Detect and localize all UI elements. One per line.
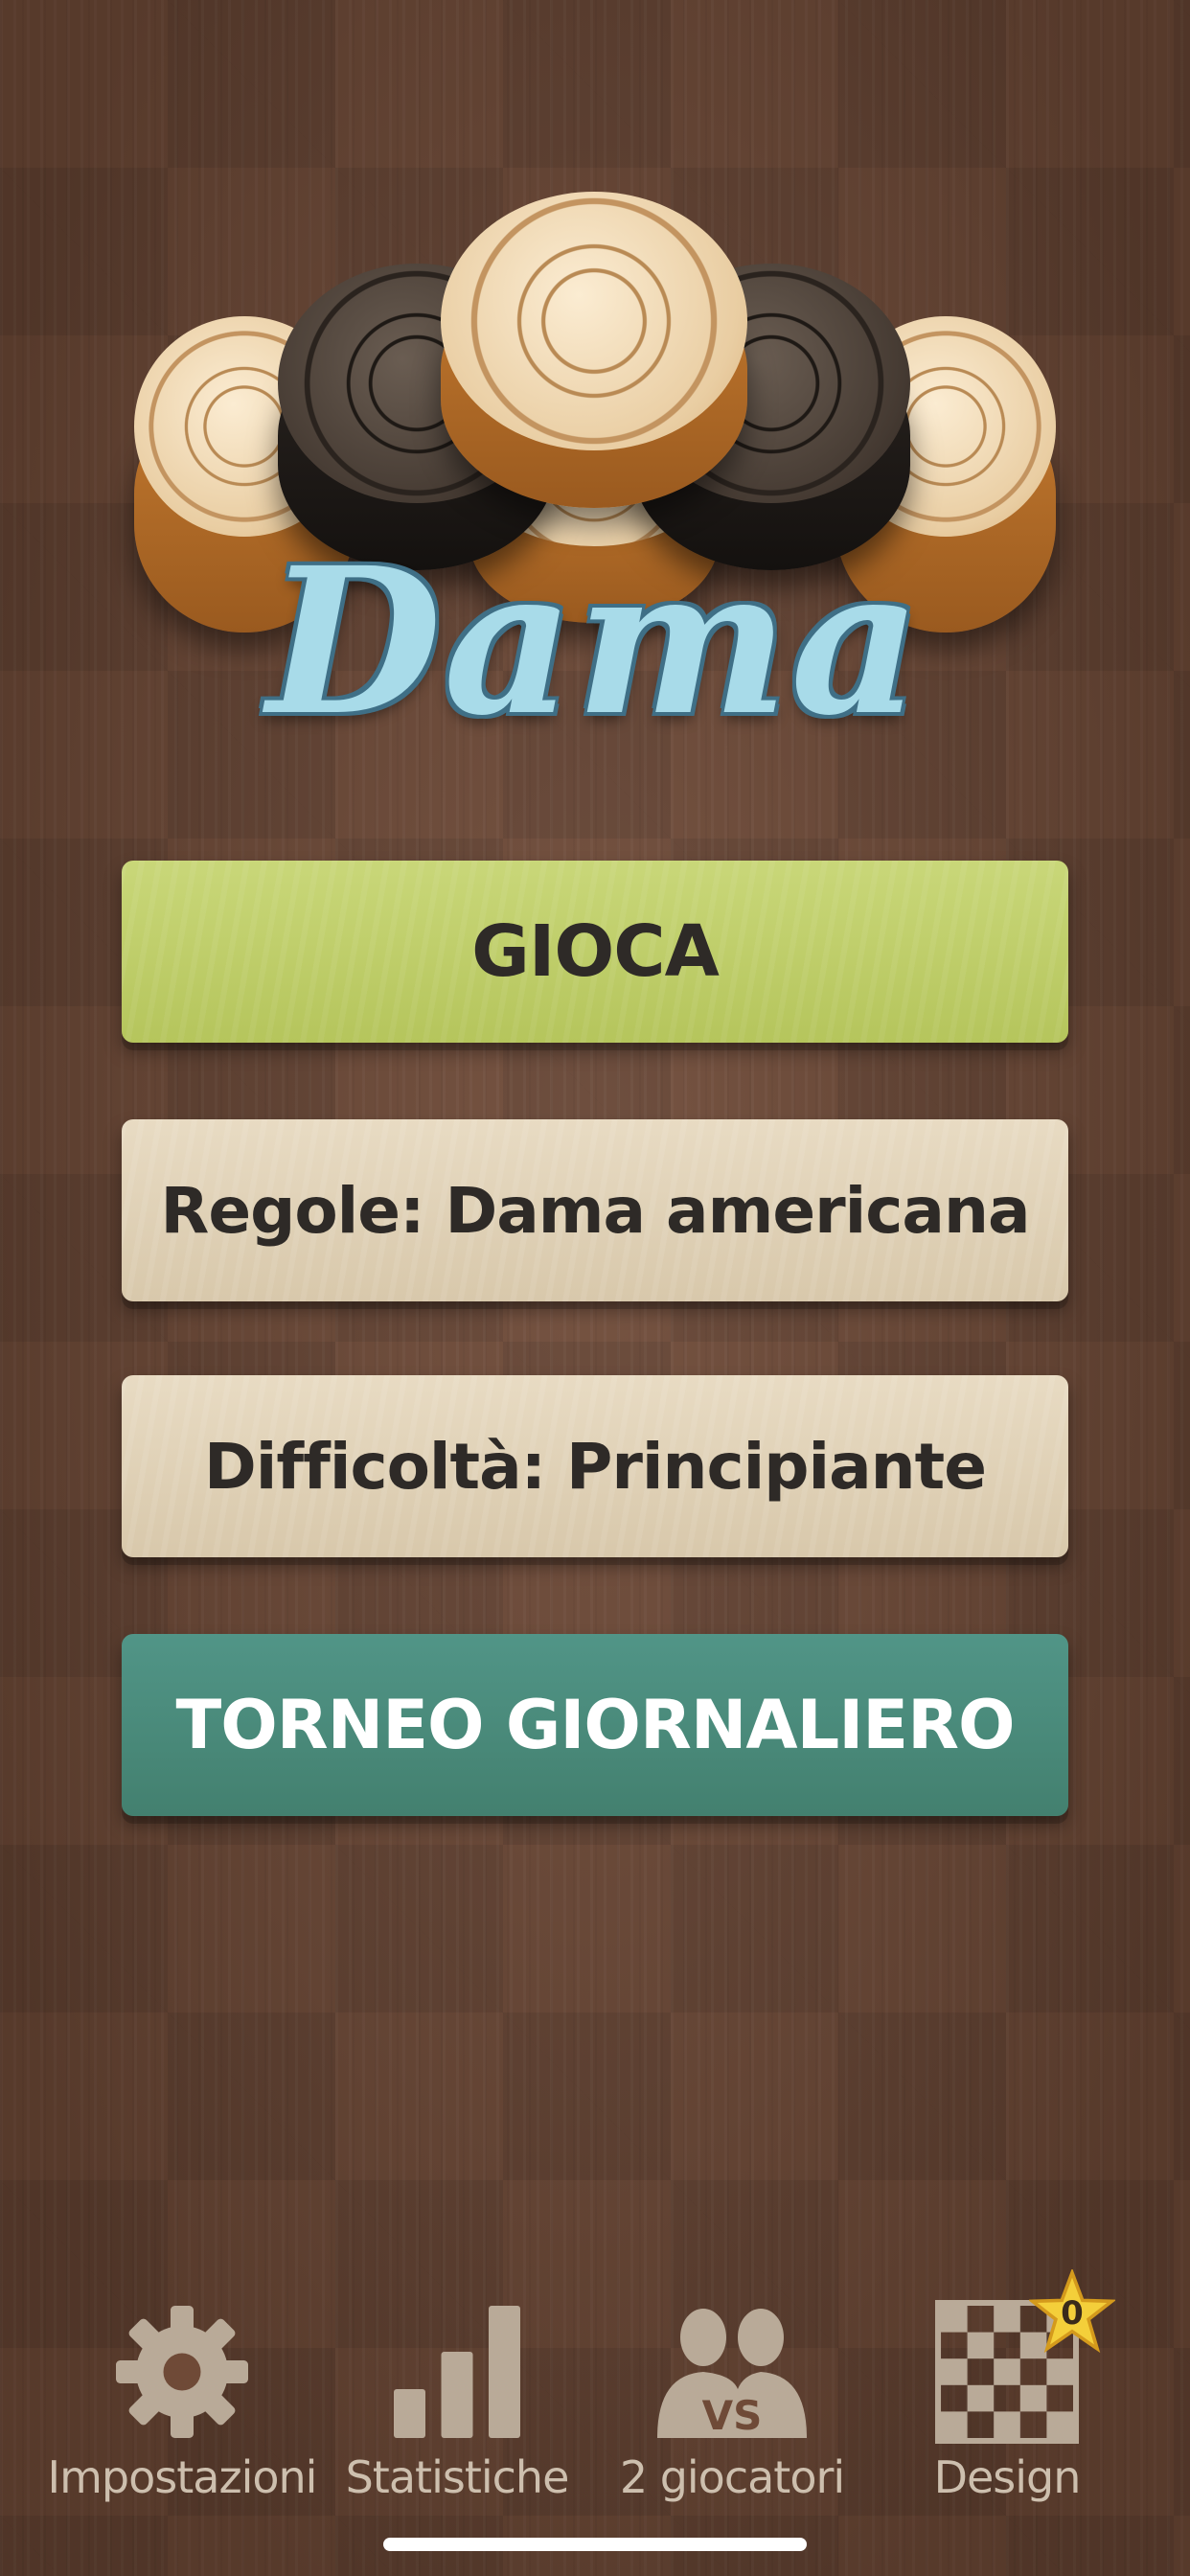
light-checker-piece-top (441, 192, 747, 508)
tab-two-players[interactable]: VS 2 giocatori (584, 2281, 881, 2530)
tab-design[interactable]: 0 Design (858, 2267, 1156, 2530)
dama-logo: Dama (266, 523, 924, 760)
daily-tournament-button[interactable]: TORNEO GIORNALIERO (122, 1634, 1068, 1816)
tab-settings-label: Impostazioni (47, 2451, 318, 2503)
gear-icon (110, 2300, 254, 2448)
design-star-badge: 0 (1027, 2267, 1117, 2356)
vs-text: VS (702, 2392, 763, 2439)
tab-design-label: Design (933, 2451, 1082, 2503)
rules-button[interactable]: Regole: Dama americana (122, 1119, 1068, 1301)
play-button[interactable]: GIOCA (122, 861, 1068, 1043)
tab-two-players-label: 2 giocatori (619, 2451, 845, 2503)
bar-chart-icon (385, 2300, 529, 2448)
tab-statistics-label: Statistiche (345, 2451, 570, 2503)
design-badge-count: 0 (1061, 2294, 1084, 2333)
bottom-tab-bar: Impostazioni Statistiche VS 2 giocatori … (0, 2267, 1190, 2530)
tab-statistics[interactable]: Statistiche (309, 2281, 606, 2530)
home-indicator[interactable] (383, 2538, 807, 2551)
difficulty-button[interactable]: Difficoltà: Principiante (122, 1375, 1068, 1557)
tab-settings[interactable]: Impostazioni (34, 2281, 331, 2530)
two-players-vs-icon: VS (651, 2300, 813, 2448)
